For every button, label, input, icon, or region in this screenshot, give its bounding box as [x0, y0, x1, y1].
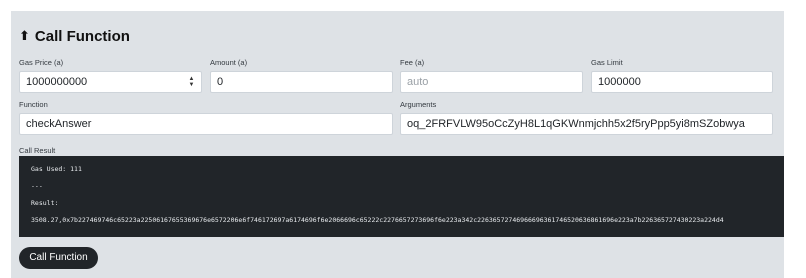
call-result-label: Call Result	[19, 146, 56, 155]
function-field: Function checkAnswer	[19, 100, 393, 135]
number-spinner-icon[interactable]: ▲ ▼	[188, 76, 195, 88]
fee-field: Fee (a) auto	[400, 58, 583, 93]
arrow-up-icon: ⬆	[19, 28, 30, 43]
function-label: Function	[19, 100, 48, 109]
result-heading-line: Result:	[31, 199, 59, 207]
arguments-input[interactable]: oq_2FRFVLW95oCcZyH8L1qGKWnmjchh5x2f5ryPp…	[400, 113, 773, 135]
gas-price-value: 1000000000	[26, 76, 88, 88]
function-value: checkAnswer	[26, 118, 92, 130]
fee-label: Fee (a)	[400, 58, 425, 67]
gas-price-input[interactable]: 1000000000 ▲ ▼	[19, 71, 202, 93]
arguments-value: oq_2FRFVLW95oCcZyH8L1qGKWnmjchh5x2f5ryPp…	[407, 118, 745, 130]
fee-input[interactable]: auto	[400, 71, 583, 93]
gas-limit-input[interactable]: 1000000	[591, 71, 773, 93]
amount-label: Amount (a)	[210, 58, 248, 67]
call-function-button[interactable]: Call Function	[19, 247, 98, 269]
amount-field: Amount (a) 0	[210, 58, 393, 93]
section-title-text: Call Function	[34, 27, 130, 45]
gas-limit-label: Gas Limit	[591, 58, 623, 67]
section-title: ⬆ Call Function	[19, 26, 130, 46]
amount-value: 0	[217, 76, 224, 88]
function-input[interactable]: checkAnswer	[19, 113, 393, 135]
gas-limit-value: 1000000	[598, 76, 641, 88]
amount-input[interactable]: 0	[210, 71, 393, 93]
result-value-line: 3508.27,0x7b227469746c65223a225061676553…	[31, 216, 724, 224]
gas-price-field: Gas Price (a) 1000000000 ▲ ▼	[19, 58, 202, 93]
gas-limit-field: Gas Limit 1000000	[591, 58, 773, 93]
call-function-panel: ⬆ Call Function Gas Price (a) 1000000000…	[11, 11, 784, 278]
fee-placeholder: auto	[407, 76, 429, 88]
gas-price-label: Gas Price (a)	[19, 58, 64, 67]
separator-line: ---	[31, 182, 43, 190]
gas-used-line: Gas Used: 111	[31, 165, 82, 173]
arguments-label: Arguments	[400, 100, 437, 109]
call-result-output: Gas Used: 111 --- Result: 3508.27,0x7b22…	[19, 156, 784, 237]
arguments-field: Arguments oq_2FRFVLW95oCcZyH8L1qGKWnmjch…	[400, 100, 773, 135]
